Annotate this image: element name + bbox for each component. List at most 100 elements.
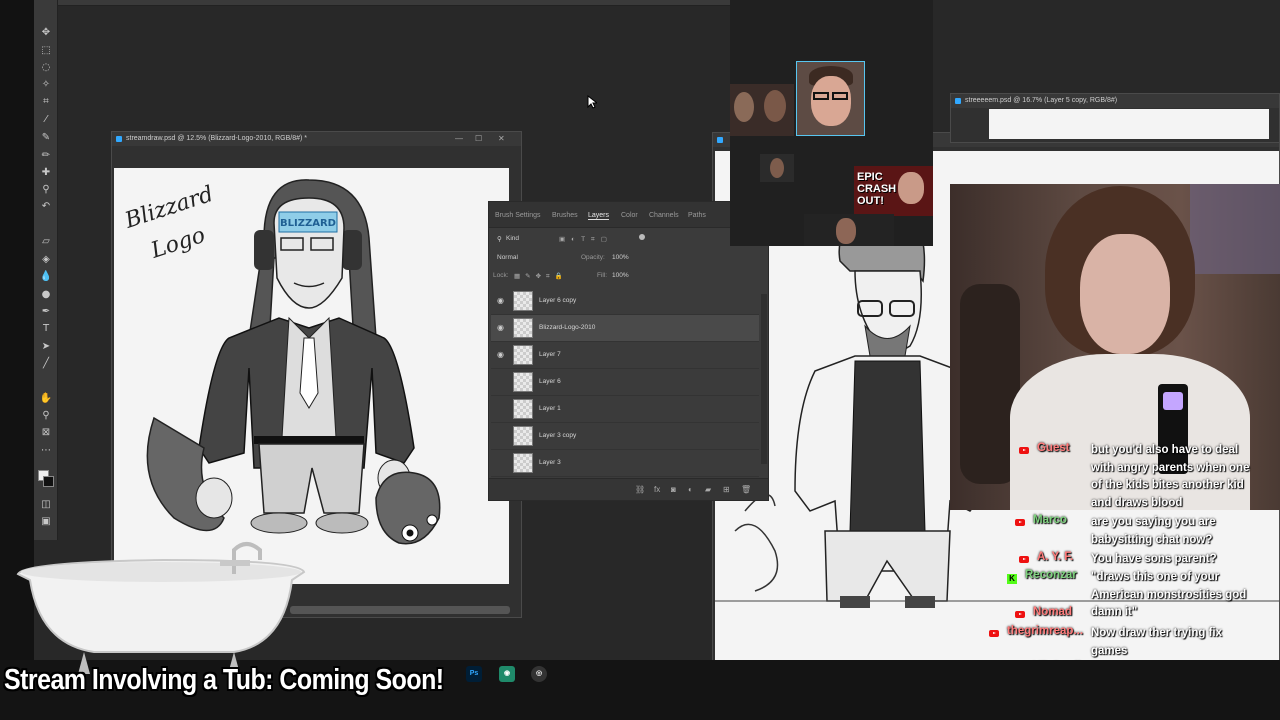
zoom-tool-icon[interactable]: ⚲: [38, 409, 54, 423]
frame-tool-icon[interactable]: ⊠: [38, 426, 54, 440]
bucket-tool-icon[interactable]: ◈: [38, 253, 54, 267]
video-tile-3[interactable]: [760, 154, 794, 182]
opacity-field[interactable]: 100%: [612, 254, 629, 261]
tab-brushes[interactable]: Brushes: [552, 212, 578, 219]
link-layers-icon[interactable]: ⛓: [635, 485, 645, 494]
layer-row[interactable]: ◉ Blizzard-Logo-2010: [491, 315, 759, 342]
chat-text: but you'd also have to deal with angry p…: [1091, 444, 1250, 509]
eye-icon[interactable]: ◉: [497, 296, 507, 305]
layer-row[interactable]: ◉ Layer 7: [491, 342, 759, 369]
chat-username[interactable]: Marco: [1033, 514, 1067, 526]
filter-kind-select[interactable]: Kind: [506, 235, 519, 242]
ps-file-icon: [717, 137, 723, 143]
chat-username[interactable]: A. Y. F.: [1037, 551, 1073, 563]
stream-banner: Stream Involving a Tub: Coming Soon!: [4, 664, 444, 696]
layer-thumbnail: [513, 318, 533, 338]
new-layer-icon[interactable]: ⊞: [723, 485, 730, 494]
quick-mask-icon[interactable]: ◫: [38, 498, 54, 512]
eraser-tool-icon[interactable]: ▱: [38, 235, 54, 249]
magic-wand-tool-icon[interactable]: ✧: [38, 78, 54, 92]
character-sketch: Blizzard Logo BLIZZARD: [121, 179, 441, 545]
crop-tool-icon[interactable]: ⌗: [38, 95, 54, 109]
layer-name: Layer 3: [539, 459, 561, 466]
shelf-decor: [1190, 184, 1280, 274]
brush-tool-icon[interactable]: ✎: [38, 131, 54, 145]
fx-icon[interactable]: fx: [654, 485, 660, 494]
marquee-tool-icon[interactable]: ⬚: [38, 44, 54, 58]
delete-layer-icon[interactable]: 🗑: [741, 485, 751, 494]
tab-channels[interactable]: Channels: [649, 212, 679, 219]
eyedropper-tool-icon[interactable]: ⁄: [38, 113, 54, 127]
clone-stamp-tool-icon[interactable]: ⚲: [38, 183, 54, 197]
kick-icon: K: [1007, 574, 1017, 584]
maximize-icon[interactable]: ☐: [475, 132, 482, 146]
opacity-label: Opacity:: [581, 254, 605, 261]
minimize-icon[interactable]: —: [455, 132, 463, 146]
layer-row[interactable]: ◉ Layer 6 copy: [491, 288, 759, 315]
search-icon: ⚲: [497, 236, 502, 243]
green-app-icon[interactable]: ◉: [499, 666, 515, 682]
layer-name: Layer 1: [539, 405, 561, 412]
chat-username[interactable]: Reconzar: [1025, 569, 1077, 581]
fill-field[interactable]: 100%: [612, 272, 629, 279]
add-mask-icon[interactable]: ◙: [671, 485, 676, 494]
panel-tabs: Brush Settings Brushes Layers Color Chan…: [489, 202, 768, 228]
video-tile-active-speaker[interactable]: [796, 61, 865, 136]
lock-icons[interactable]: ▦✎✥⌗🔒: [514, 272, 568, 281]
filter-toggle-icon[interactable]: [639, 234, 645, 240]
background-color-swatch[interactable]: [43, 476, 54, 487]
hand-tool-icon[interactable]: ✋: [38, 392, 54, 406]
drawing-canvas-streeeeem[interactable]: [989, 109, 1269, 139]
adjustment-layer-icon[interactable]: ◐: [688, 485, 693, 494]
eye-hidden-icon[interactable]: [497, 377, 507, 386]
more-tools-icon[interactable]: ⋯: [38, 444, 54, 458]
type-tool-icon[interactable]: T: [38, 322, 54, 336]
chat-username[interactable]: Nomad: [1033, 606, 1072, 618]
eye-icon[interactable]: ◉: [497, 350, 507, 359]
drawing-canvas[interactable]: Blizzard Logo BLIZZARD: [114, 168, 509, 584]
path-selection-tool-icon[interactable]: ➤: [38, 340, 54, 354]
filter-icons[interactable]: ▣◐T⌗▢: [559, 235, 613, 244]
tab-layers[interactable]: Layers: [588, 212, 610, 220]
horizontal-scrollbar[interactable]: [290, 606, 510, 614]
chat-username[interactable]: Guest: [1037, 442, 1070, 454]
video-tile-5[interactable]: [804, 214, 894, 246]
pencil-tool-icon[interactable]: ✏: [38, 149, 54, 163]
obs-icon[interactable]: ◎: [531, 666, 547, 682]
layer-row[interactable]: Layer 1: [491, 396, 759, 423]
tab-brush-settings[interactable]: Brush Settings: [495, 212, 541, 219]
eye-hidden-icon[interactable]: [497, 404, 507, 413]
video-tile-1[interactable]: [730, 84, 794, 136]
lasso-tool-icon[interactable]: ◌: [38, 61, 54, 75]
blur-tool-icon[interactable]: 💧: [38, 270, 54, 284]
close-icon[interactable]: ✕: [498, 132, 505, 146]
video-tile-thumbnail[interactable]: EPIC CRASH OUT!: [854, 166, 933, 216]
pen-tool-icon[interactable]: ✒: [38, 305, 54, 319]
layer-row[interactable]: Layer 3: [491, 450, 759, 477]
layer-row[interactable]: Layer 6: [491, 369, 759, 396]
eye-icon[interactable]: ◉: [497, 323, 507, 332]
tab-paths[interactable]: Paths: [688, 212, 706, 219]
layer-name: Layer 6: [539, 378, 561, 385]
dodge-tool-icon[interactable]: ●: [38, 288, 54, 302]
document-window-streeeeem[interactable]: streeeeem.psd @ 16.7% (Layer 5 copy, RGB…: [950, 93, 1280, 143]
layer-row[interactable]: Layer 3 copy: [491, 423, 759, 450]
tab-color[interactable]: Color: [621, 212, 638, 219]
blizzard-logo-text: BLIZZARD: [280, 218, 336, 229]
layers-scrollbar[interactable]: [761, 294, 767, 464]
shape-tool-icon[interactable]: ╱: [38, 357, 54, 371]
history-brush-tool-icon[interactable]: ↶: [38, 200, 54, 214]
eye-hidden-icon[interactable]: [497, 431, 507, 440]
layer-name: Layer 7: [539, 351, 561, 358]
move-tool-icon[interactable]: ✥: [38, 26, 54, 40]
photoshop-icon[interactable]: Ps: [466, 666, 482, 682]
healing-tool-icon[interactable]: ✚: [38, 166, 54, 180]
youtube-icon: [1019, 556, 1029, 563]
screen-mode-icon[interactable]: ▣: [38, 515, 54, 529]
document-title-bar-streeeeem[interactable]: streeeeem.psd @ 16.7% (Layer 5 copy, RGB…: [951, 94, 1279, 108]
youtube-icon: [1015, 519, 1025, 526]
blend-mode-select[interactable]: Normal: [497, 254, 518, 261]
new-group-icon[interactable]: ▰: [705, 485, 711, 494]
eye-hidden-icon[interactable]: [497, 458, 507, 467]
chat-username[interactable]: thegrimreap...: [1007, 625, 1083, 637]
